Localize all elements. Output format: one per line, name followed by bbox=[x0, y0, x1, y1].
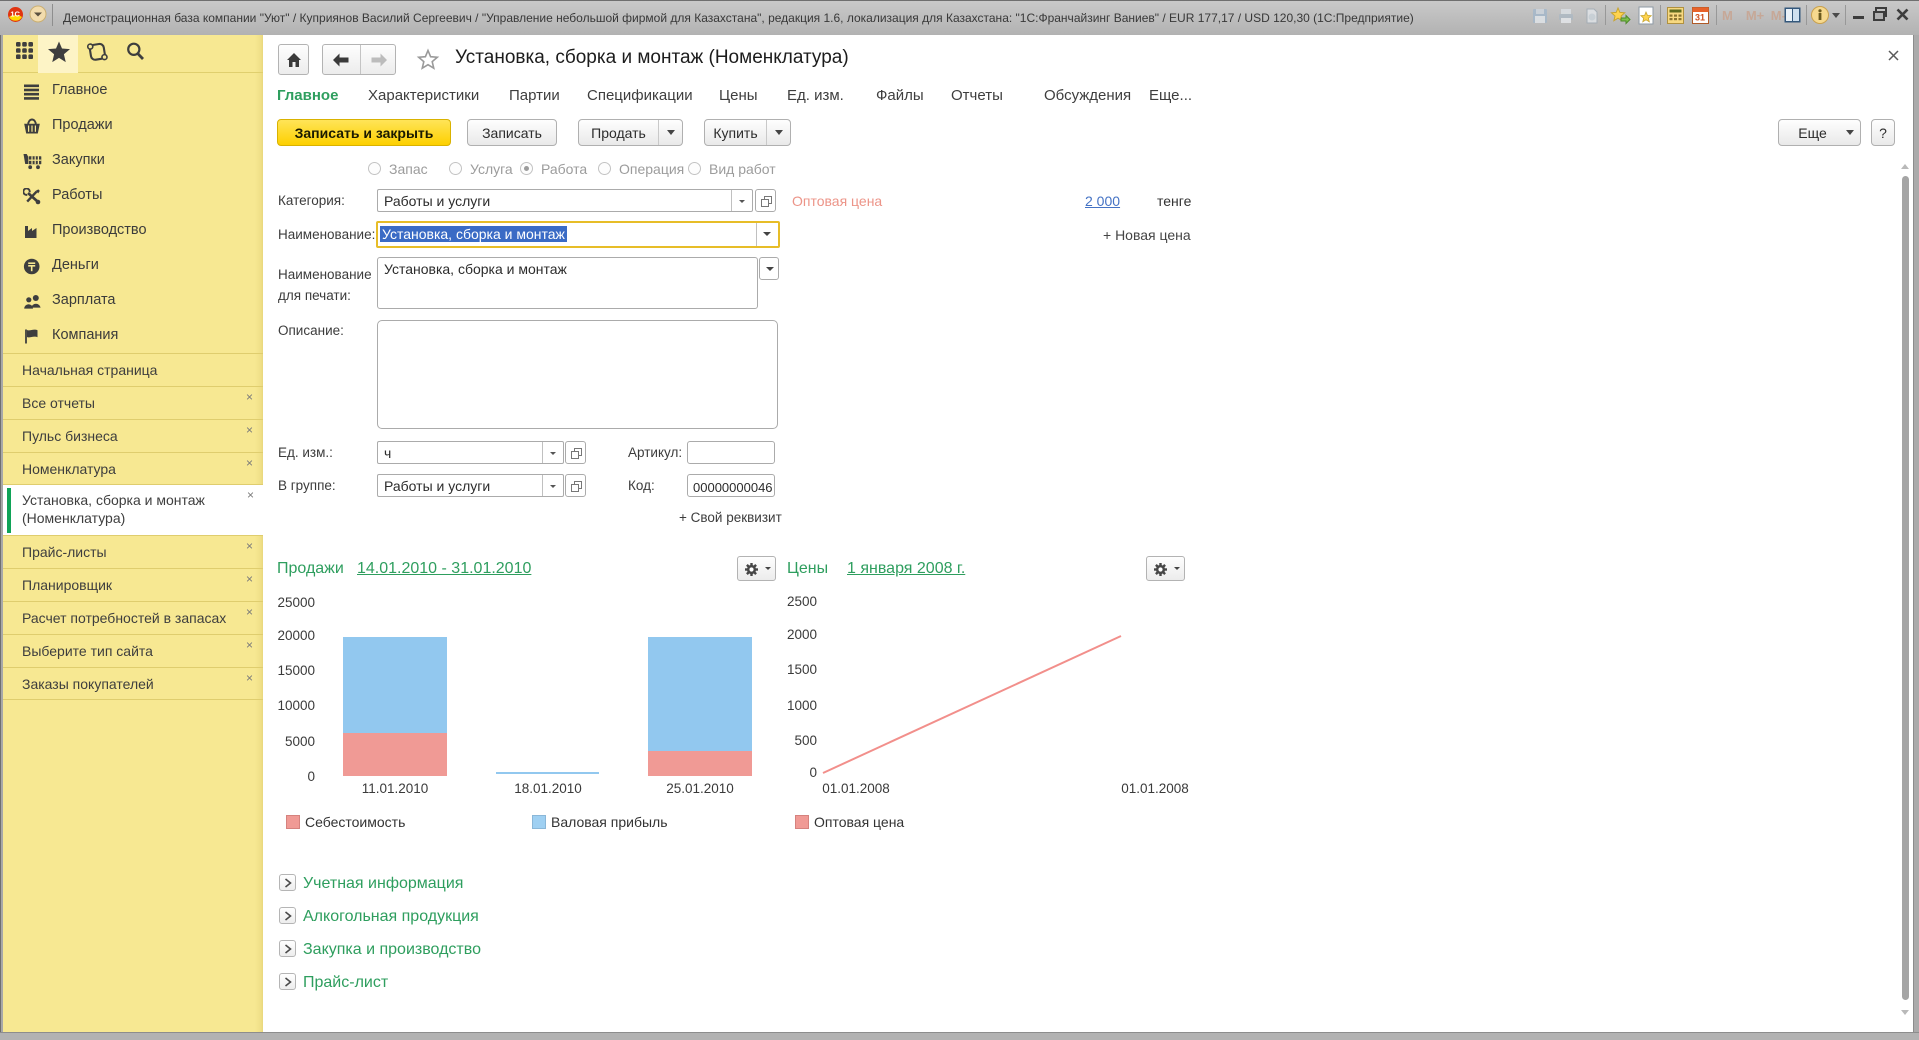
svg-text:31: 31 bbox=[1695, 13, 1705, 23]
svg-text:1С: 1С bbox=[10, 10, 20, 19]
